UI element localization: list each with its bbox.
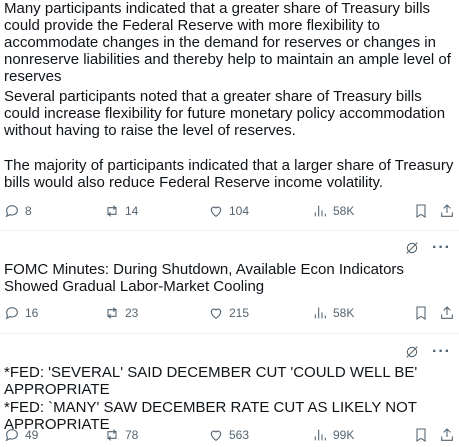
grok-icon[interactable] — [404, 240, 420, 256]
repost-icon — [107, 205, 117, 217]
bookmark-button[interactable] — [413, 201, 429, 221]
reply-count: 16 — [25, 306, 39, 320]
reply-icon — [5, 429, 18, 442]
more-options-button[interactable]: ··· — [432, 344, 451, 360]
like-count: 104 — [229, 204, 250, 218]
repost-count: 23 — [125, 306, 139, 320]
bookmark-button[interactable] — [413, 425, 429, 445]
reply-button[interactable]: 8 — [4, 201, 32, 221]
like-count: 215 — [229, 306, 250, 320]
like-count: 563 — [229, 428, 250, 442]
views-button[interactable]: 58K — [312, 303, 354, 323]
repost-icon — [107, 429, 117, 441]
post-header-actions: ··· — [404, 344, 451, 360]
reply-button[interactable]: 16 — [4, 303, 38, 323]
like-button[interactable]: 104 — [208, 201, 249, 221]
views-count: 99K — [333, 428, 355, 442]
share-icon — [441, 306, 453, 319]
views-count: 58K — [333, 204, 355, 218]
repost-icon — [107, 307, 117, 319]
reply-count: 49 — [25, 428, 39, 442]
more-options-button[interactable]: ··· — [432, 240, 451, 256]
post-text-paragraph: The majority of participants indicated t… — [4, 157, 458, 191]
reply-button[interactable]: 49 — [4, 425, 38, 445]
like-button[interactable]: 215 — [208, 303, 249, 323]
repost-button[interactable]: 78 — [104, 425, 138, 445]
views-icon — [314, 205, 326, 217]
post-actions: 49 78 563 99K — [4, 425, 459, 445]
bookmark-icon — [416, 204, 426, 218]
post-header-actions: ··· — [404, 240, 451, 256]
bookmark-icon — [416, 428, 426, 442]
like-button[interactable]: 563 — [208, 425, 249, 445]
post-text-paragraph: Several participants noted that a greate… — [4, 88, 450, 139]
reply-icon — [5, 307, 18, 320]
bookmark-icon — [416, 306, 426, 320]
repost-button[interactable]: 23 — [104, 303, 138, 323]
post-divider — [0, 230, 459, 231]
heart-icon — [210, 430, 222, 441]
share-icon — [441, 428, 453, 441]
share-button[interactable] — [439, 201, 455, 221]
bookmark-button[interactable] — [413, 303, 429, 323]
views-button[interactable]: 99K — [312, 425, 354, 445]
views-icon — [314, 307, 326, 319]
views-icon — [314, 429, 326, 441]
reply-icon — [5, 205, 18, 218]
repost-count: 78 — [125, 428, 139, 442]
heart-icon — [210, 206, 222, 217]
post-text-paragraph: *FED: 'SEVERAL' SAID DECEMBER CUT 'COULD… — [4, 364, 421, 398]
post-divider — [0, 333, 459, 334]
post-text-paragraph: FOMC Minutes: During Shutdown, Available… — [4, 261, 409, 295]
repost-count: 14 — [125, 204, 139, 218]
heart-icon — [210, 308, 222, 319]
views-count: 58K — [333, 306, 355, 320]
share-button[interactable] — [439, 425, 455, 445]
reply-count: 8 — [25, 204, 32, 218]
post-actions: 16 23 215 58K — [4, 303, 459, 323]
grok-icon[interactable] — [404, 344, 420, 360]
share-icon — [441, 204, 453, 217]
post-text-paragraph: Many participants indicated that a great… — [4, 0, 456, 85]
repost-button[interactable]: 14 — [104, 201, 138, 221]
views-button[interactable]: 58K — [312, 201, 354, 221]
post-actions: 8 14 104 58K — [4, 201, 459, 221]
share-button[interactable] — [439, 303, 455, 323]
